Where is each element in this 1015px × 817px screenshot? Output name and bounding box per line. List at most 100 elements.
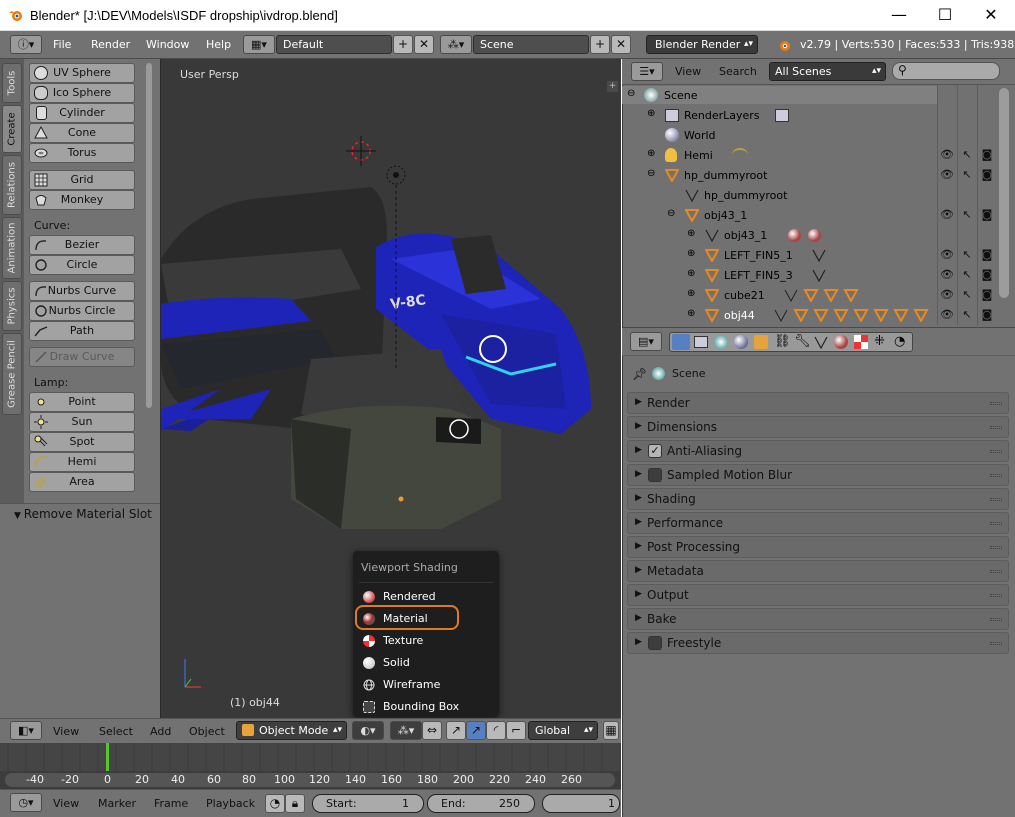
add-ico-sphere-button[interactable]: Ico Sphere: [29, 83, 135, 103]
add-scene-button[interactable]: +: [590, 35, 610, 54]
start-frame-field[interactable]: Start: 1: [312, 794, 424, 813]
rotate-manipulator-button[interactable]: ◜: [486, 721, 506, 740]
panel-grip-icon[interactable]: [990, 594, 1002, 597]
constraints-tab-icon[interactable]: ⛓︎: [774, 334, 791, 349]
panel-grip-icon[interactable]: [990, 402, 1002, 405]
remove-scene-button[interactable]: ✕: [611, 35, 631, 54]
current-frame-marker[interactable]: [106, 743, 109, 771]
expand-icon[interactable]: ⊕: [687, 228, 695, 239]
panel-grip-icon[interactable]: [990, 474, 1002, 477]
preview-range-button[interactable]: ◔: [265, 794, 285, 813]
menu-window[interactable]: Window: [146, 38, 189, 51]
world-tab-icon[interactable]: [734, 335, 748, 349]
add-monkey-button[interactable]: Monkey: [29, 190, 135, 210]
visibility-eye-icon[interactable]: 👁︎: [940, 308, 954, 322]
outliner-row-scene[interactable]: ⊖ Scene: [622, 86, 937, 106]
menu-outliner-search[interactable]: Search: [719, 65, 757, 78]
panel-sampled-motion-blur[interactable]: ▶ Sampled Motion Blur: [627, 464, 1009, 486]
material-tab-icon[interactable]: [834, 335, 848, 349]
remove-layout-button[interactable]: ✕: [414, 35, 434, 54]
collapse-icon[interactable]: ⊖: [667, 208, 675, 219]
tab-grease-pencil[interactable]: Grease Pencil: [2, 333, 22, 415]
menu-frame[interactable]: Frame: [154, 797, 188, 810]
editor-type-timeline-button[interactable]: ◷▾: [10, 793, 42, 812]
expand-icon[interactable]: ⊕: [687, 248, 695, 259]
outliner-row-hp-dummyroot-mesh[interactable]: hp_dummyroot: [622, 186, 937, 206]
maximize-button[interactable]: ☐: [922, 0, 968, 30]
transform-orientation-select[interactable]: Global ▴▾: [528, 721, 598, 740]
menu-object[interactable]: Object: [189, 725, 225, 738]
outliner-row-left-fin5-1[interactable]: ⊕ LEFT_FIN5_1: [622, 246, 937, 266]
menu-render[interactable]: Render: [91, 38, 130, 51]
screen-layout-icon[interactable]: ▦▾: [243, 35, 275, 54]
outliner-search-input[interactable]: ⚲: [892, 62, 1000, 80]
outliner-row-cube21[interactable]: ⊕ cube21: [622, 286, 937, 306]
translate-manipulator-button[interactable]: ↗: [446, 721, 466, 740]
panel-render[interactable]: ▶ Render: [627, 392, 1009, 414]
visibility-eye-icon[interactable]: 👁︎: [940, 288, 954, 302]
anti-aliasing-checkbox[interactable]: ✓: [648, 444, 662, 458]
scene-selector-icon[interactable]: ⁂▾: [440, 35, 472, 54]
panel-shading[interactable]: ▶ Shading: [627, 488, 1009, 510]
renderable-camera-icon[interactable]: ◙: [980, 148, 994, 162]
panel-metadata[interactable]: ▶ Metadata: [627, 560, 1009, 582]
selectable-cursor-icon[interactable]: ↖: [960, 288, 974, 302]
end-frame-field[interactable]: End: 250: [427, 794, 535, 813]
panel-grip-icon[interactable]: [990, 426, 1002, 429]
panel-anti-aliasing[interactable]: ▶ ✓ Anti-Aliasing: [627, 440, 1009, 462]
visibility-eye-icon[interactable]: 👁︎: [940, 248, 954, 262]
add-torus-button[interactable]: Torus: [29, 143, 135, 163]
outliner-row-obj44[interactable]: ⊕ obj44: [622, 306, 937, 326]
menu-playback[interactable]: Playback: [206, 797, 255, 810]
viewport-shading-button[interactable]: ◐▾: [352, 721, 384, 740]
render-tab-camera-icon[interactable]: [672, 334, 690, 350]
expand-icon[interactable]: ⊕: [647, 108, 655, 119]
panel-performance[interactable]: ▶ Performance: [627, 512, 1009, 534]
selectable-cursor-icon[interactable]: ↖: [960, 248, 974, 262]
menu-help[interactable]: Help: [206, 38, 231, 51]
tab-create[interactable]: Create: [2, 105, 22, 153]
add-nurbs-circle-button[interactable]: Nurbs Circle: [29, 301, 135, 321]
add-spot-lamp-button[interactable]: Spot: [29, 432, 135, 452]
add-sun-lamp-button[interactable]: Sun: [29, 412, 135, 432]
outliner-scrollbar[interactable]: [999, 88, 1009, 298]
panel-grip-icon[interactable]: [990, 642, 1002, 645]
add-circle-button[interactable]: Circle: [29, 255, 135, 275]
tool-shelf-scrollbar[interactable]: [146, 63, 152, 408]
tab-tools[interactable]: Tools: [2, 63, 22, 103]
outliner-row-obj43-1-mesh[interactable]: ⊕ obj43_1: [622, 226, 937, 246]
visibility-eye-icon[interactable]: 👁︎: [940, 168, 954, 182]
tab-physics[interactable]: Physics: [2, 281, 22, 331]
menu-file[interactable]: File: [53, 38, 71, 51]
freestyle-checkbox[interactable]: [648, 636, 662, 650]
render-layers-tab-icon[interactable]: [694, 336, 708, 348]
screen-layout-field[interactable]: Default: [276, 35, 392, 54]
render-engine-select[interactable]: Blender Render ▴▾: [646, 35, 758, 54]
renderable-camera-icon[interactable]: ◙: [980, 288, 994, 302]
tab-animation[interactable]: Animation: [2, 217, 22, 279]
outliner-row-world[interactable]: World: [622, 126, 937, 146]
mesh-data-tab-icon[interactable]: [814, 336, 828, 349]
add-nurbs-curve-button[interactable]: Nurbs Curve: [29, 281, 135, 301]
panel-grip-icon[interactable]: [990, 450, 1002, 453]
physics-tab-icon[interactable]: ◔: [894, 334, 905, 349]
expand-icon[interactable]: ⊕: [687, 268, 695, 279]
panel-grip-icon[interactable]: [990, 618, 1002, 621]
panel-bake[interactable]: ▶ Bake: [627, 608, 1009, 630]
add-grid-button[interactable]: Grid: [29, 170, 135, 190]
mode-select[interactable]: Object Mode ▴▾: [236, 721, 347, 740]
panel-grip-icon[interactable]: [990, 522, 1002, 525]
outliner-row-hemi[interactable]: ⊕ Hemi: [622, 146, 937, 166]
add-hemi-lamp-button[interactable]: Hemi: [29, 452, 135, 472]
menu-outliner-view[interactable]: View: [675, 65, 701, 78]
panel-freestyle[interactable]: ▶ Freestyle: [627, 632, 1009, 654]
collapse-icon[interactable]: ⊖: [647, 168, 655, 179]
scene-field[interactable]: Scene: [473, 35, 589, 54]
pin-icon[interactable]: 📌︎: [632, 367, 647, 381]
expand-icon[interactable]: ⊕: [687, 288, 695, 299]
translate-active-button[interactable]: ↗: [466, 721, 486, 740]
add-area-lamp-button[interactable]: Area: [29, 472, 135, 492]
add-layout-button[interactable]: +: [393, 35, 413, 54]
texture-tab-icon[interactable]: [854, 335, 868, 349]
current-frame-field[interactable]: 1: [542, 794, 620, 813]
